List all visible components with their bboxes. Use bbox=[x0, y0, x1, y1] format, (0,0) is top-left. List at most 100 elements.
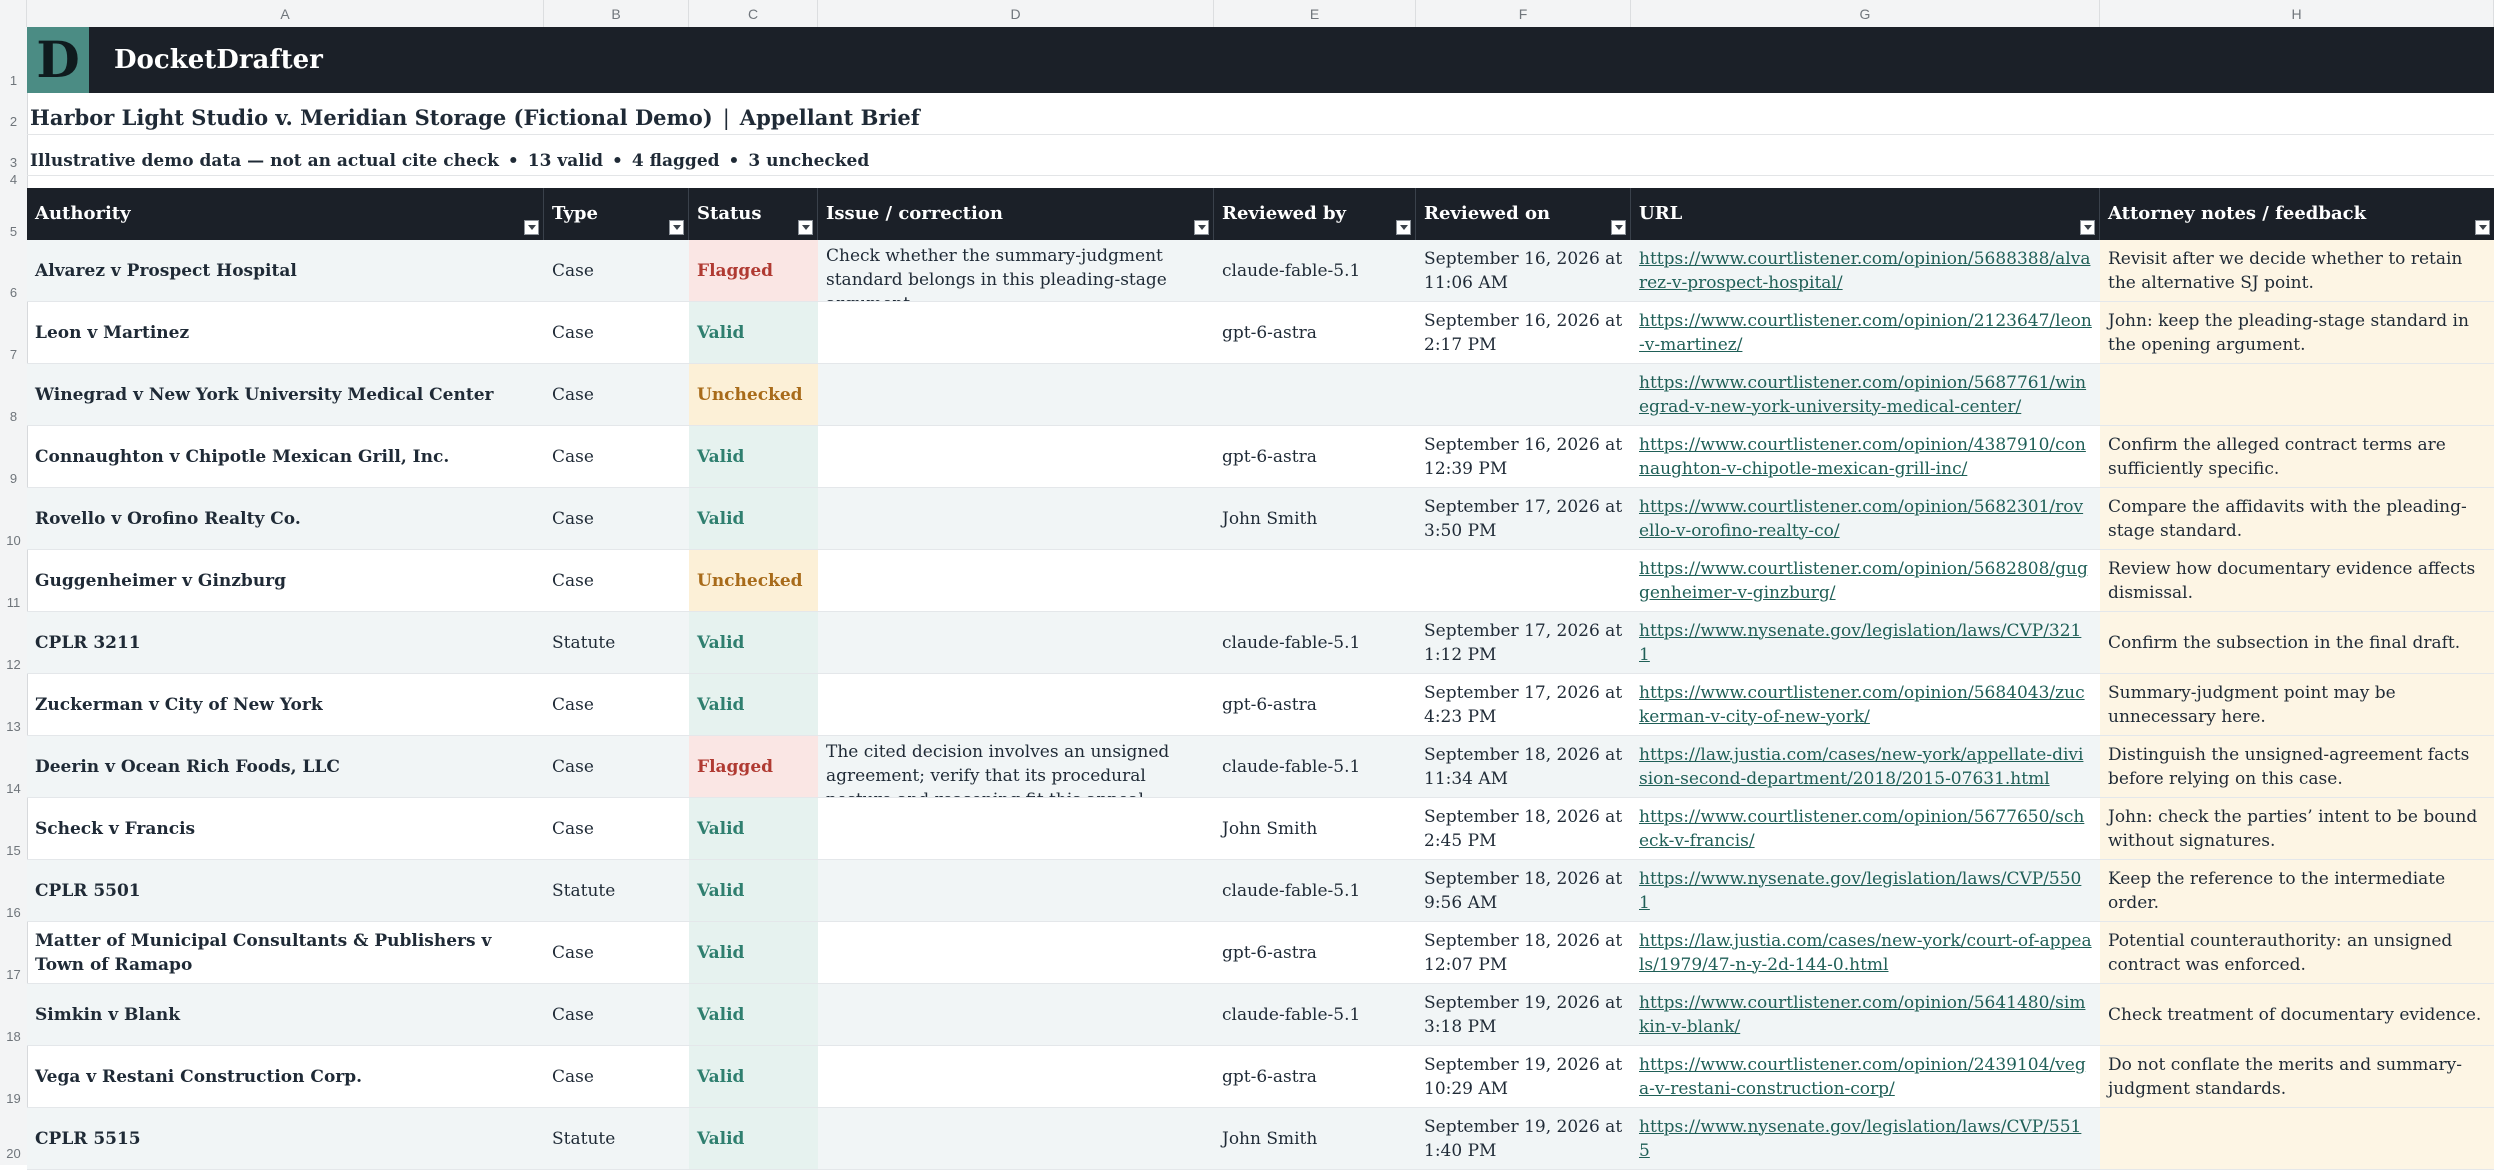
row-number[interactable]: 18 bbox=[0, 1029, 27, 1044]
cell-type[interactable]: Case bbox=[544, 922, 689, 983]
table-row[interactable]: Winegrad v New York University Medical C… bbox=[27, 364, 2494, 426]
row-number[interactable]: 14 bbox=[0, 781, 27, 796]
cell-reviewed-on[interactable] bbox=[1416, 364, 1631, 425]
cell-url[interactable]: https://www.courtlistener.com/opinion/56… bbox=[1631, 550, 2100, 611]
cell-issue[interactable] bbox=[818, 922, 1214, 983]
column-letter-e[interactable]: E bbox=[1214, 0, 1416, 27]
row-number[interactable]: 2 bbox=[0, 114, 27, 129]
cell-reviewer[interactable]: John Smith bbox=[1214, 488, 1416, 549]
header-status[interactable]: Status bbox=[689, 188, 818, 240]
cell-reviewer[interactable]: gpt-6-astra bbox=[1214, 922, 1416, 983]
cell-reviewed-on[interactable]: September 19, 2026 at 10:29 AM bbox=[1416, 1046, 1631, 1107]
cell-url[interactable]: https://www.nysenate.gov/legislation/law… bbox=[1631, 860, 2100, 921]
cell-reviewer[interactable]: John Smith bbox=[1214, 798, 1416, 859]
cell-authority[interactable]: Connaughton v Chipotle Mexican Grill, In… bbox=[27, 426, 544, 487]
cell-type[interactable]: Case bbox=[544, 550, 689, 611]
url-link[interactable]: https://www.nysenate.gov/legislation/law… bbox=[1639, 619, 2092, 667]
url-link[interactable]: https://www.courtlistener.com/opinion/56… bbox=[1639, 495, 2092, 543]
column-letter-a[interactable]: A bbox=[27, 0, 544, 27]
cell-status[interactable]: Valid bbox=[689, 922, 818, 983]
row-number[interactable]: 9 bbox=[0, 471, 27, 486]
cell-notes[interactable]: Revisit after we decide whether to retai… bbox=[2100, 240, 2494, 301]
table-row[interactable]: Rovello v Orofino Realty Co. Case Valid Joh… bbox=[27, 488, 2494, 550]
row-number[interactable]: 3 bbox=[0, 155, 27, 170]
url-link[interactable]: https://www.courtlistener.com/opinion/56… bbox=[1639, 681, 2092, 729]
cell-reviewed-on[interactable]: September 18, 2026 at 9:56 AM bbox=[1416, 860, 1631, 921]
row-number[interactable]: 17 bbox=[0, 967, 27, 982]
cell-notes[interactable]: Keep the reference to the intermediate o… bbox=[2100, 860, 2494, 921]
cell-notes[interactable]: Confirm the alleged contract terms are s… bbox=[2100, 426, 2494, 487]
cell-reviewer[interactable]: gpt-6-astra bbox=[1214, 674, 1416, 735]
header-issue[interactable]: Issue / correction bbox=[818, 188, 1214, 240]
cell-issue[interactable] bbox=[818, 364, 1214, 425]
header-type[interactable]: Type bbox=[544, 188, 689, 240]
cell-notes[interactable]: John: keep the pleading-stage standard i… bbox=[2100, 302, 2494, 363]
cell-reviewed-on[interactable]: September 17, 2026 at 4:23 PM bbox=[1416, 674, 1631, 735]
filter-dropdown-icon[interactable] bbox=[2475, 220, 2490, 235]
filter-dropdown-icon[interactable] bbox=[1611, 220, 1626, 235]
cell-type[interactable]: Case bbox=[544, 364, 689, 425]
cell-status[interactable]: Flagged bbox=[689, 240, 818, 301]
cell-issue[interactable]: The cited decision involves an unsigned … bbox=[818, 736, 1214, 797]
header-notes[interactable]: Attorney notes / feedback bbox=[2100, 188, 2494, 240]
cell-reviewer[interactable]: gpt-6-astra bbox=[1214, 1046, 1416, 1107]
cell-notes[interactable]: Distinguish the unsigned-agreement facts… bbox=[2100, 736, 2494, 797]
cell-status[interactable]: Valid bbox=[689, 612, 818, 673]
cell-reviewed-on[interactable]: September 18, 2026 at 11:34 AM bbox=[1416, 736, 1631, 797]
cell-notes[interactable]: Confirm the subsection in the final draf… bbox=[2100, 612, 2494, 673]
cell-reviewed-on[interactable]: September 17, 2026 at 1:12 PM bbox=[1416, 612, 1631, 673]
cell-notes[interactable]: Summary-judgment point may be unnecessar… bbox=[2100, 674, 2494, 735]
url-link[interactable]: https://www.nysenate.gov/legislation/law… bbox=[1639, 1115, 2092, 1163]
cell-authority[interactable]: Deerin v Ocean Rich Foods, LLC bbox=[27, 736, 544, 797]
row-number[interactable]: 8 bbox=[0, 409, 27, 424]
header-url[interactable]: URL bbox=[1631, 188, 2100, 240]
cell-notes[interactable] bbox=[2100, 364, 2494, 425]
cell-url[interactable]: https://www.courtlistener.com/opinion/56… bbox=[1631, 674, 2100, 735]
cell-type[interactable]: Case bbox=[544, 488, 689, 549]
cell-authority[interactable]: CPLR 3211 bbox=[27, 612, 544, 673]
filter-dropdown-icon[interactable] bbox=[669, 220, 684, 235]
table-row[interactable]: Simkin v Blank Case Valid claude-fable-5.1 S… bbox=[27, 984, 2494, 1046]
table-row[interactable]: Connaughton v Chipotle Mexican Grill, In… bbox=[27, 426, 2494, 488]
url-link[interactable]: https://www.courtlistener.com/opinion/56… bbox=[1639, 247, 2092, 295]
table-row[interactable]: Guggenheimer v Ginzburg Case Unchecked http… bbox=[27, 550, 2494, 612]
cell-reviewer[interactable]: claude-fable-5.1 bbox=[1214, 860, 1416, 921]
cell-notes[interactable]: Potential counterauthority: an unsigned … bbox=[2100, 922, 2494, 983]
cell-status[interactable]: Valid bbox=[689, 984, 818, 1045]
table-row[interactable]: Deerin v Ocean Rich Foods, LLC Case Flagge… bbox=[27, 736, 2494, 798]
cell-authority[interactable]: Alvarez v Prospect Hospital bbox=[27, 240, 544, 301]
cell-url[interactable]: https://law.justia.com/cases/new-york/co… bbox=[1631, 922, 2100, 983]
cell-issue[interactable] bbox=[818, 1108, 1214, 1169]
cell-url[interactable]: https://www.courtlistener.com/opinion/56… bbox=[1631, 240, 2100, 301]
cell-issue[interactable] bbox=[818, 302, 1214, 363]
cell-issue[interactable] bbox=[818, 798, 1214, 859]
url-link[interactable]: https://law.justia.com/cases/new-york/co… bbox=[1639, 929, 2092, 977]
cell-type[interactable]: Case bbox=[544, 984, 689, 1045]
row-number[interactable]: 12 bbox=[0, 657, 27, 672]
table-row[interactable]: Alvarez v Prospect Hospital Case Flagged Ch… bbox=[27, 240, 2494, 302]
cell-notes[interactable] bbox=[2100, 1108, 2494, 1169]
cell-reviewed-on[interactable]: September 19, 2026 at 3:18 PM bbox=[1416, 984, 1631, 1045]
cell-type[interactable]: Case bbox=[544, 674, 689, 735]
cell-url[interactable]: https://www.courtlistener.com/opinion/43… bbox=[1631, 426, 2100, 487]
cell-type[interactable]: Statute bbox=[544, 612, 689, 673]
cell-reviewer[interactable]: claude-fable-5.1 bbox=[1214, 984, 1416, 1045]
filter-dropdown-icon[interactable] bbox=[524, 220, 539, 235]
cell-status[interactable]: Valid bbox=[689, 798, 818, 859]
cell-url[interactable]: https://www.courtlistener.com/opinion/24… bbox=[1631, 1046, 2100, 1107]
url-link[interactable]: https://www.courtlistener.com/opinion/24… bbox=[1639, 1053, 2092, 1101]
url-link[interactable]: https://www.courtlistener.com/opinion/56… bbox=[1639, 371, 2092, 419]
cell-authority[interactable]: CPLR 5501 bbox=[27, 860, 544, 921]
row-number[interactable]: 20 bbox=[0, 1146, 27, 1161]
row-number[interactable]: 16 bbox=[0, 905, 27, 920]
cell-status[interactable]: Valid bbox=[689, 488, 818, 549]
header-authority[interactable]: Authority bbox=[27, 188, 544, 240]
cell-issue[interactable]: Check whether the summary-judgment stand… bbox=[818, 240, 1214, 301]
url-link[interactable]: https://law.justia.com/cases/new-york/ap… bbox=[1639, 743, 2092, 791]
filter-dropdown-icon[interactable] bbox=[2080, 220, 2095, 235]
cell-issue[interactable] bbox=[818, 550, 1214, 611]
filter-dropdown-icon[interactable] bbox=[798, 220, 813, 235]
column-letter-f[interactable]: F bbox=[1416, 0, 1631, 27]
cell-status[interactable]: Flagged bbox=[689, 736, 818, 797]
cell-issue[interactable] bbox=[818, 488, 1214, 549]
